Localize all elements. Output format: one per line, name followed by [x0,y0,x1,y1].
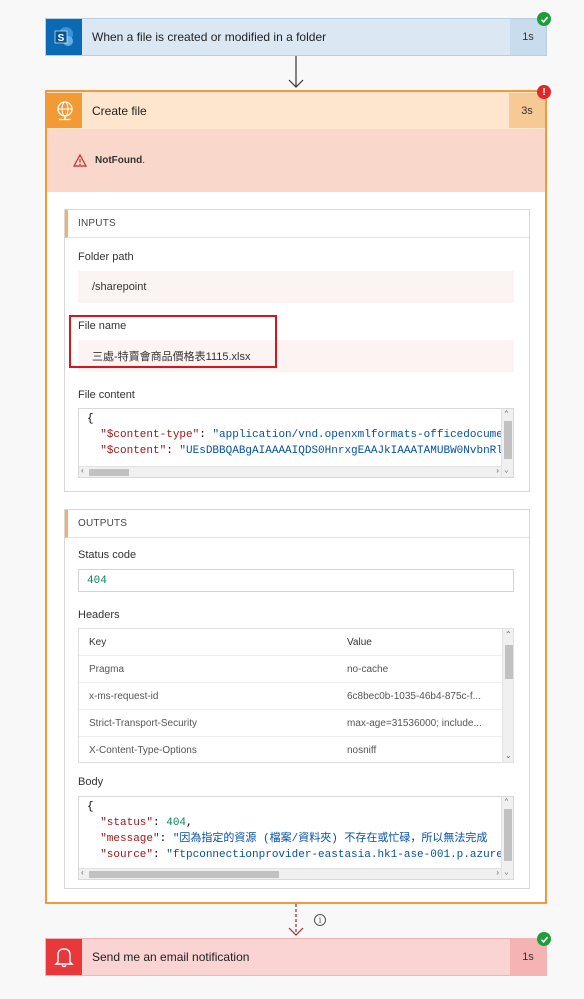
code-line: "$content": "UEsDBBQABgAIAAAAIQDS0HnrxgE… [100,445,514,457]
header-key: Pragma [89,663,125,675]
horizontal-scrollbar[interactable]: ‹ › [79,868,501,879]
vertical-scrollbar[interactable]: ⌃ ⌄ [501,409,513,477]
file-content-code[interactable]: { "$content-type": "application/vnd.open… [78,408,514,478]
code-line: "$content-type": "application/vnd.openxm… [100,429,514,441]
create-file-title: Create file [92,103,147,118]
header-value: max-age=31536000; include... [347,717,482,729]
create-file-action-card: Create file 3s NotFound. INPUTS Folder p… [45,90,547,904]
error-message: NotFound. [95,155,145,166]
create-file-header[interactable]: Create file 3s [47,92,545,129]
email-step-title: Send me an email notification [92,950,250,964]
bell-icon [46,939,82,975]
folder-path-label: Folder path [78,251,134,263]
header-key: X-Content-Type-Options [89,745,197,756]
email-notification-step[interactable]: Send me an email notification 1s [45,938,547,976]
header-key: x-ms-request-id [89,690,159,702]
body-label: Body [78,776,104,788]
code-line: { [87,413,94,425]
table-row: Strict-Transport-Security max-age=315360… [79,710,513,737]
trigger-title: When a file is created or modified in a … [92,30,327,44]
code-line: "message": "因為指定的資源 (檔案/資料夾) 不存在或忙碌，所以無法… [100,833,488,845]
info-icon[interactable]: i [314,914,326,926]
header-value: 6c8bec0b-1035-46b4-875c-f... [347,690,481,702]
trigger-step[interactable]: S When a file is created or modified in … [45,18,547,56]
warning-icon [73,154,87,167]
globe-server-icon [47,93,82,128]
success-check-icon [537,932,551,946]
header-value: no-cache [347,663,389,675]
file-name-highlight [69,315,277,368]
code-line: "status": 404, [100,817,193,829]
status-code-value: 404 [78,569,514,592]
headers-table[interactable]: Key Value Pragma no-cache x-ms-request-i… [78,628,514,763]
column-value-header: Value [347,636,372,648]
success-check-icon [537,12,551,26]
table-header-row: Key Value [79,629,513,656]
code-line: { [87,801,94,813]
vertical-scrollbar[interactable]: ⌃ ⌄ [502,629,513,762]
inputs-header: INPUTS [65,210,529,238]
status-code-label: Status code [78,549,137,561]
vertical-scrollbar[interactable]: ⌃ ⌄ [501,797,513,879]
error-status-icon: ! [537,85,551,99]
body-code[interactable]: { "status": 404, "message": "因為指定的資源 (檔案… [78,796,514,880]
outputs-header: OUTPUTS [65,510,529,538]
header-value: nosniff [347,745,377,756]
code-line: "source": "ftpconnectionprovider-eastasi… [100,849,514,861]
file-content-label: File content [78,389,135,401]
svg-text:S: S [58,33,65,44]
table-row: x-ms-request-id 6c8bec0b-1035-46b4-875c-… [79,683,513,710]
folder-path-value: /sharepoint [78,271,514,303]
sharepoint-icon: S [46,19,82,55]
outputs-section: OUTPUTS Status code 404 Headers Key Valu… [64,509,530,889]
header-key: Strict-Transport-Security [89,717,197,729]
error-banner: NotFound. [47,129,545,192]
create-file-duration: 3s [509,93,545,128]
column-key-header: Key [89,636,107,648]
table-row: X-Content-Type-Options nosniff [79,737,513,762]
flow-arrow-failed-icon [288,904,304,936]
flow-arrow-icon [288,56,304,88]
table-row: Pragma no-cache [79,656,513,683]
horizontal-scrollbar[interactable]: ‹ › [79,466,501,477]
headers-label: Headers [78,609,120,621]
